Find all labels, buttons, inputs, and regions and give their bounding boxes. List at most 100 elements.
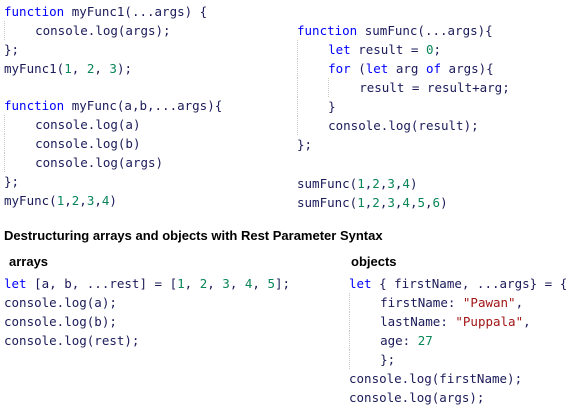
- code-line: console.log(args): [4, 153, 222, 172]
- code-keyword: let: [4, 276, 27, 291]
- code-text: lastName:: [380, 314, 456, 329]
- code-text: args){: [441, 61, 494, 76]
- code-line: let [a, b, ...rest] = [1, 2, 3, 4, 5];: [4, 274, 290, 293]
- indent-guide: [4, 21, 35, 40]
- code-text: ,: [64, 193, 72, 208]
- code-number: 27: [417, 333, 433, 348]
- code-number: 1: [357, 195, 365, 210]
- code-number: 3: [387, 195, 395, 210]
- code-keyword: function: [4, 98, 65, 113]
- code-line: console.log(rest);: [4, 331, 290, 350]
- code-block-myfunc: function myFunc(a,b,...args){ console.lo…: [4, 96, 222, 210]
- code-text: };: [4, 174, 20, 189]
- indent-guide: [297, 78, 328, 97]
- code-keyword: let: [349, 276, 372, 291]
- code-number: 4: [402, 176, 410, 191]
- code-text: );: [116, 61, 132, 76]
- code-text: console.log(args);: [349, 390, 485, 405]
- code-text: ,: [229, 276, 245, 291]
- code-number: 2: [372, 176, 380, 191]
- code-text: ,: [523, 314, 531, 329]
- code-line: firstName: "Pawan",: [349, 293, 567, 312]
- indent-guide: [349, 331, 380, 350]
- code-text: };: [380, 352, 396, 367]
- objects-heading: objects: [351, 254, 397, 269]
- code-keyword: let: [328, 42, 351, 57]
- code-line: myFunc1(1, 2, 3);: [4, 59, 207, 78]
- code-text: console.log(firstName);: [349, 371, 523, 386]
- arrays-heading: arrays: [9, 254, 49, 269]
- code-line: };: [4, 40, 207, 59]
- indent-guide: [297, 40, 328, 59]
- code-text: myFunc1(: [4, 61, 65, 76]
- code-keyword: of: [425, 61, 442, 76]
- code-line: console.log(b);: [4, 312, 290, 331]
- code-text: }: [328, 99, 336, 114]
- code-line: console.log(args);: [4, 21, 207, 40]
- code-number: 3: [109, 61, 117, 76]
- code-text: console.log(b);: [4, 314, 117, 329]
- indent-guide: [328, 78, 359, 97]
- code-block-objects: let { firstName, ...args} = { firstName:…: [349, 274, 567, 407]
- code-text: console.log(b): [35, 136, 141, 151]
- code-text: result =: [350, 42, 426, 57]
- code-text: { firstName, ...args} = {: [371, 276, 568, 291]
- code-text: sumFunc(: [297, 176, 358, 191]
- code-text: console.log(args): [35, 155, 164, 170]
- code-string: "Puppala": [455, 314, 524, 329]
- code-text: myFunc(: [4, 193, 57, 208]
- code-text: firstName:: [380, 295, 463, 310]
- code-text: ): [440, 195, 448, 210]
- code-text: ): [109, 193, 117, 208]
- code-line: };: [4, 172, 222, 191]
- code-text: arg: [388, 61, 426, 76]
- code-keyword: function: [4, 4, 65, 19]
- code-line: console.log(a);: [4, 293, 290, 312]
- code-number: 6: [432, 195, 441, 210]
- code-text: };: [297, 137, 313, 152]
- indent-guide: [349, 312, 380, 331]
- code-text: ,: [515, 295, 524, 310]
- code-number: 1: [64, 61, 72, 76]
- code-text: ,: [71, 61, 87, 76]
- code-line: console.log(args);: [349, 388, 567, 407]
- code-number: 3: [222, 276, 230, 291]
- code-block-arrays: let [a, b, ...rest] = [1, 2, 3, 4, 5]; co…: [4, 274, 290, 350]
- code-text: ,: [207, 276, 223, 291]
- indent-guide: [4, 115, 35, 134]
- code-line: result = result+arg;: [297, 78, 510, 97]
- code-number: 1: [177, 276, 185, 291]
- indent-guide: [297, 97, 328, 116]
- code-number: 3: [387, 176, 395, 191]
- code-number: 2: [372, 195, 380, 210]
- code-block-myfunc1: function myFunc1(...args) { console.log(…: [4, 2, 207, 78]
- code-number: 5: [267, 276, 275, 291]
- code-text: };: [4, 42, 20, 57]
- code-line: };: [349, 350, 567, 369]
- code-line: function sumFunc(...args){: [297, 21, 510, 40]
- code-line: console.log(result);: [297, 116, 510, 135]
- code-line: function myFunc(a,b,...args){: [4, 96, 222, 115]
- code-text: ,: [94, 61, 110, 76]
- code-number: 4: [402, 195, 410, 210]
- code-keyword: function: [297, 23, 358, 38]
- code-keyword: let: [365, 61, 389, 76]
- code-line: lastName: "Puppala",: [349, 312, 567, 331]
- code-text: console.log(rest);: [4, 333, 140, 348]
- code-line: sumFunc(1,2,3,4,5,6): [297, 193, 448, 212]
- code-text: ,: [79, 193, 87, 208]
- code-text: ,: [184, 276, 200, 291]
- code-block-sumfunc: function sumFunc(...args){ let result = …: [297, 21, 510, 154]
- code-line: myFunc(1,2,3,4): [4, 191, 222, 210]
- indent-guide: [297, 59, 328, 78]
- indent-guide: [4, 134, 35, 153]
- code-line: for (let arg of args){: [297, 59, 510, 78]
- code-line: function myFunc1(...args) {: [4, 2, 207, 21]
- code-line: console.log(firstName);: [349, 369, 567, 388]
- code-text: ,: [425, 195, 433, 210]
- code-text: console.log(a);: [4, 295, 117, 310]
- code-number: 5: [417, 195, 425, 210]
- code-text: age:: [380, 333, 418, 348]
- code-text: console.log(a): [35, 117, 141, 132]
- code-line: }: [297, 97, 510, 116]
